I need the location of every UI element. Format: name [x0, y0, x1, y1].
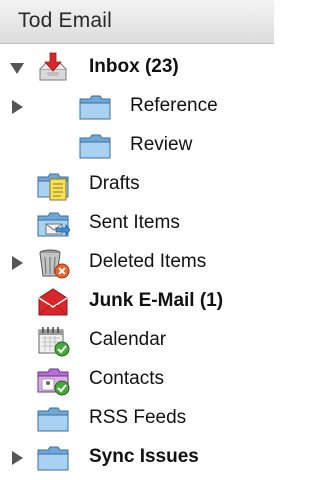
- folder-item-rss-feeds[interactable]: RSS Feeds: [0, 400, 274, 438]
- sent-items-icon: [37, 212, 70, 237]
- folder-item-junk-email[interactable]: Junk E-Mail (1): [0, 283, 274, 321]
- folder-item-calendar[interactable]: Calendar: [0, 322, 274, 360]
- folder-item-contacts[interactable]: Contacts: [0, 361, 274, 399]
- folder-icon: [79, 95, 111, 120]
- account-header[interactable]: Tod Email: [0, 0, 274, 44]
- folder-label-rss-feeds: RSS Feeds: [89, 407, 187, 428]
- folder-label-drafts: Drafts: [89, 173, 140, 194]
- folder-item-inbox[interactable]: Inbox (23): [0, 49, 274, 87]
- folder-item-reference[interactable]: Reference: [0, 88, 274, 126]
- folder-label-contacts: Contacts: [89, 368, 164, 389]
- folder-label-calendar: Calendar: [89, 329, 167, 350]
- drafts-icon: [37, 173, 69, 201]
- disclosure-collapsed-icon[interactable]: [9, 450, 25, 466]
- folder-icon: [79, 134, 111, 159]
- folder-item-drafts[interactable]: Drafts: [0, 166, 274, 204]
- inbox-icon: [39, 52, 67, 81]
- disclosure-collapsed-icon[interactable]: [9, 255, 25, 271]
- junk-mail-icon: [38, 288, 68, 316]
- folder-item-review[interactable]: Review: [0, 127, 274, 165]
- folder-label-junk-email: Junk E-Mail (1): [89, 290, 224, 311]
- folder-item-deleted-items[interactable]: Deleted Items: [0, 244, 274, 282]
- folder-icon: [37, 446, 69, 471]
- folder-label-inbox: Inbox (23): [89, 56, 179, 77]
- deleted-items-icon: [39, 249, 70, 279]
- folder-label-deleted-items: Deleted Items: [89, 251, 207, 272]
- disclosure-collapsed-icon[interactable]: [9, 99, 25, 115]
- folder-item-sent-items[interactable]: Sent Items: [0, 205, 274, 243]
- folder-item-sync-issues[interactable]: Sync Issues: [0, 439, 274, 477]
- account-title: Tod Email: [18, 9, 113, 32]
- folder-label-sent-items: Sent Items: [89, 212, 180, 233]
- folder-label-reference: Reference: [130, 95, 218, 116]
- disclosure-expanded-icon[interactable]: [9, 60, 25, 76]
- folder-label-sync-issues: Sync Issues: [89, 446, 199, 467]
- calendar-icon: [38, 327, 70, 357]
- rss-folder-icon: [37, 407, 69, 432]
- folder-label-review: Review: [130, 134, 193, 155]
- contacts-icon: [37, 368, 70, 396]
